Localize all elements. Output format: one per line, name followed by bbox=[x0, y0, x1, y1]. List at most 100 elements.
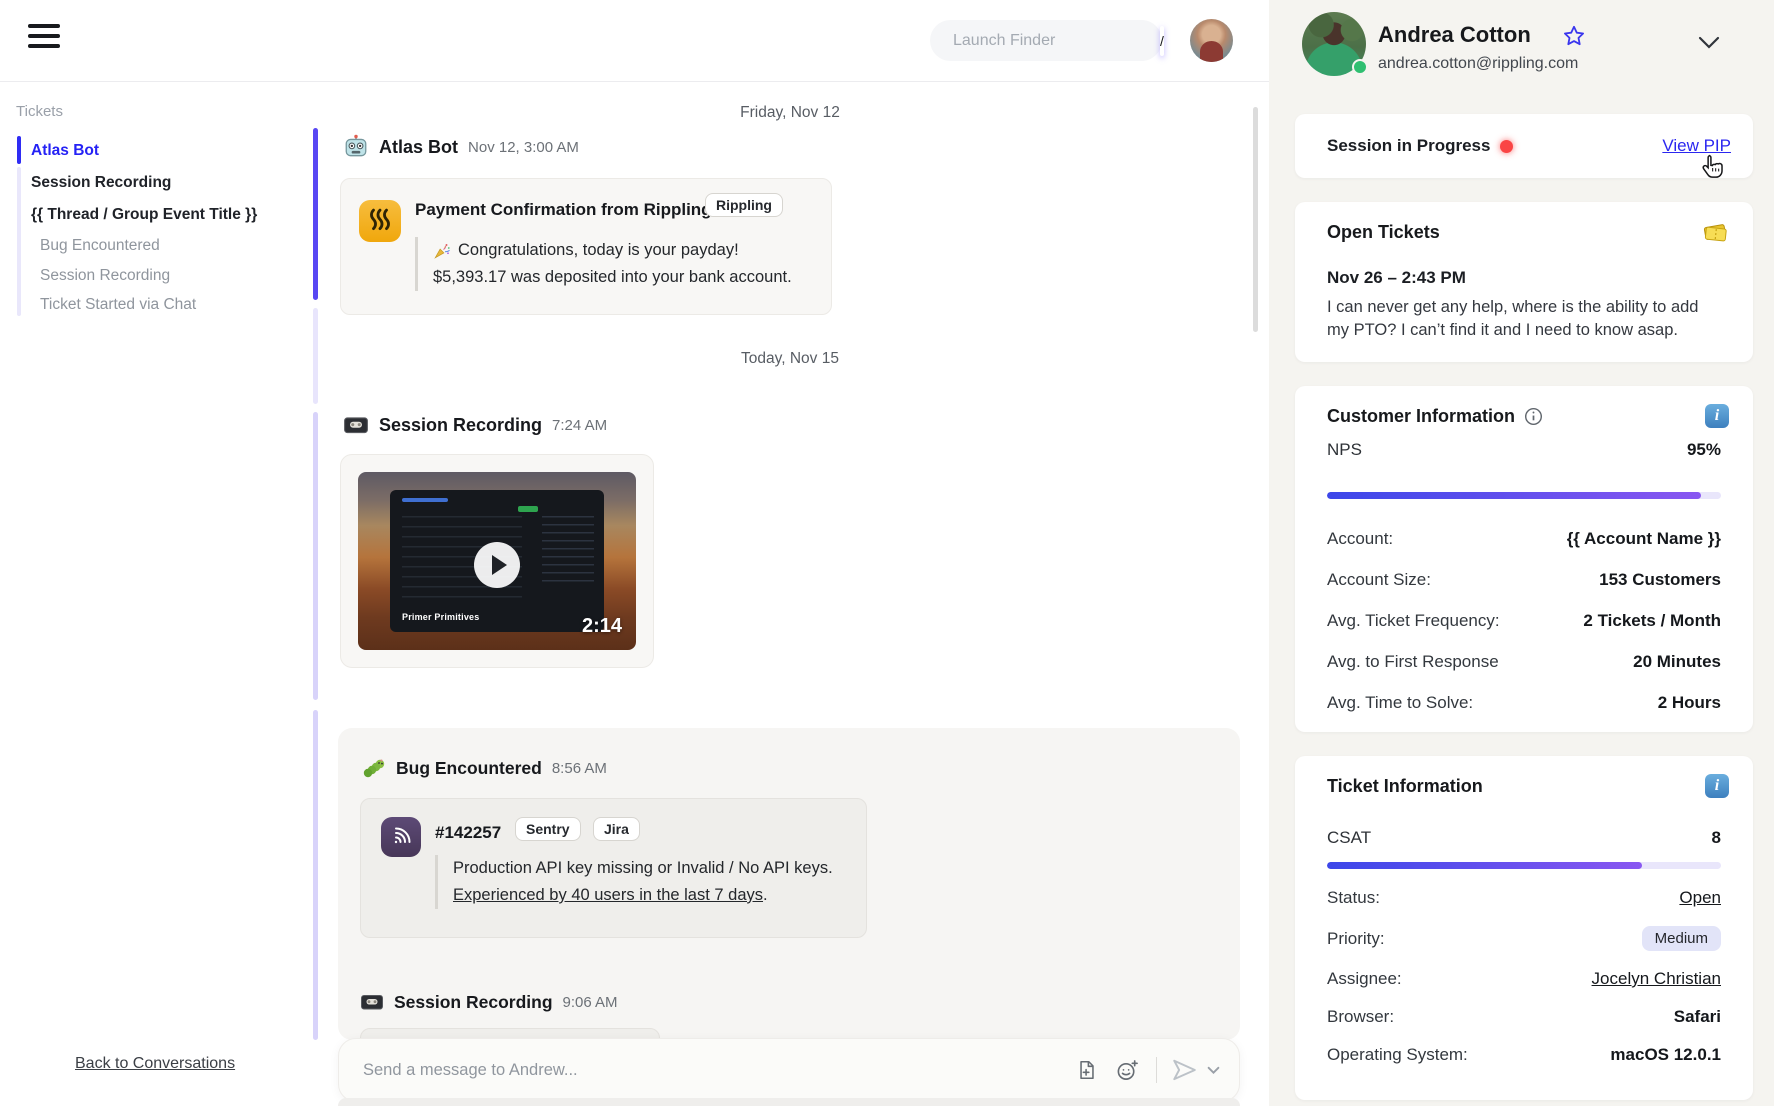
composer-divider bbox=[1156, 1057, 1157, 1083]
info-row-account-size: Account Size:153 Customers bbox=[1327, 570, 1721, 590]
open-tickets-card: Open Tickets Nov 26 – 2:43 PM I can neve… bbox=[1295, 202, 1753, 362]
chat-scrollbar[interactable] bbox=[1253, 107, 1258, 332]
sidebar-item-atlas-bot[interactable]: Atlas Bot bbox=[31, 142, 99, 160]
add-emoji-icon[interactable] bbox=[1114, 1057, 1140, 1083]
search-input[interactable] bbox=[953, 32, 1160, 50]
priority-badge: Medium bbox=[1642, 926, 1721, 951]
launch-finder-search[interactable]: / bbox=[930, 20, 1162, 61]
send-message-icon[interactable] bbox=[1171, 1057, 1197, 1083]
nps-label: NPS bbox=[1327, 440, 1362, 460]
nps-value: 95% bbox=[1687, 440, 1721, 460]
message-time: 9:06 AM bbox=[563, 994, 618, 1011]
message-header: Session Recording 7:24 AM bbox=[343, 412, 607, 438]
ticket-timestamp: Nov 26 – 2:43 PM bbox=[1327, 268, 1466, 288]
message-sender: Bug Encountered bbox=[396, 758, 542, 779]
play-button[interactable] bbox=[474, 542, 520, 588]
bug-icon bbox=[360, 756, 386, 780]
open-tickets-title: Open Tickets bbox=[1327, 222, 1440, 243]
sidebar-item-ticket-started-via-chat[interactable]: Ticket Started via Chat bbox=[40, 296, 196, 314]
agent-avatar[interactable] bbox=[1190, 19, 1233, 62]
hand-cursor-icon bbox=[1699, 154, 1725, 182]
ticket-info-title: Ticket Information bbox=[1327, 776, 1483, 797]
info-row-browser: Browser:Safari bbox=[1327, 1007, 1721, 1027]
jira-badge: Jira bbox=[593, 817, 640, 841]
sidebar-active-rail bbox=[17, 136, 21, 164]
message-time: 8:56 AM bbox=[552, 760, 607, 777]
payment-card-title: Payment Confirmation from Rippling bbox=[415, 200, 712, 220]
sidebar-item-bug-encountered[interactable]: Bug Encountered bbox=[40, 237, 160, 255]
video-duration: 2:14 bbox=[582, 615, 622, 638]
info-row-account: Account:{{ Account Name }} bbox=[1327, 529, 1721, 549]
video-thumbnail[interactable]: Primer Primitives 2:14 bbox=[358, 472, 636, 650]
message-sender: Atlas Bot bbox=[379, 137, 458, 158]
payment-confirmation-card[interactable]: Payment Confirmation from Rippling Rippl… bbox=[340, 178, 832, 315]
rippling-logo bbox=[359, 200, 401, 242]
assignee-link[interactable]: Jocelyn Christian bbox=[1592, 969, 1721, 989]
hamburger-menu-icon[interactable] bbox=[28, 24, 64, 54]
tickets-icon bbox=[1701, 218, 1729, 246]
live-session-dot bbox=[1500, 140, 1513, 153]
message-input[interactable] bbox=[363, 1061, 1060, 1080]
info-row-status: Status:Open bbox=[1327, 888, 1721, 908]
date-divider: Friday, Nov 12 bbox=[340, 104, 1240, 122]
session-card: Session in Progress View PIP bbox=[1295, 114, 1753, 178]
send-options-chevron-icon[interactable] bbox=[1205, 1057, 1221, 1083]
info-row-time-to-solve: Avg. Time to Solve:2 Hours bbox=[1327, 693, 1721, 713]
top-bar: / bbox=[0, 0, 1269, 82]
customer-name: Andrea Cotton bbox=[1378, 22, 1531, 48]
thread-rail-segment bbox=[313, 308, 318, 404]
party-popper-icon bbox=[433, 242, 451, 260]
message-time: 7:24 AM bbox=[552, 417, 607, 434]
csat-progress-bar bbox=[1327, 862, 1721, 869]
date-divider: Today, Nov 15 bbox=[340, 350, 1240, 368]
collapse-panel-chevron-icon[interactable] bbox=[1698, 36, 1720, 50]
quote-line-1: Congratulations, today is your payday! bbox=[458, 237, 739, 264]
bug-ticket-card[interactable]: #142257 Sentry Jira Production API key m… bbox=[360, 798, 867, 938]
message-sender: Session Recording bbox=[394, 992, 553, 1013]
info-row-ticket-frequency: Avg. Ticket Frequency:2 Tickets / Month bbox=[1327, 611, 1721, 631]
message-time: Nov 12, 3:00 AM bbox=[468, 139, 579, 156]
sidebar-item-session-recording-2[interactable]: Session Recording bbox=[40, 267, 170, 285]
back-to-conversations-link[interactable]: Back to Conversations bbox=[75, 1055, 235, 1073]
view-pip-link[interactable]: View PIP bbox=[1662, 136, 1731, 156]
bug-line-2-underlined[interactable]: Experienced by 40 users in the last 7 da… bbox=[453, 886, 763, 904]
sentry-logo bbox=[381, 817, 421, 857]
rippling-badge: Rippling bbox=[705, 193, 783, 217]
attach-file-icon[interactable] bbox=[1074, 1057, 1100, 1083]
info-outline-icon[interactable] bbox=[1524, 407, 1543, 426]
session-title: Session in Progress bbox=[1327, 136, 1490, 156]
info-square-icon: i bbox=[1705, 774, 1729, 798]
info-row-priority: Priority:Medium bbox=[1327, 926, 1721, 951]
sidebar-item-session-recording[interactable]: Session Recording bbox=[31, 174, 171, 192]
bug-line-1: Production API key missing or Invalid / … bbox=[453, 855, 833, 882]
bug-quote: Production API key missing or Invalid / … bbox=[435, 855, 833, 909]
cassette-icon bbox=[343, 412, 369, 438]
ticket-information-card: Ticket Information i CSAT 8 Status:Open … bbox=[1295, 756, 1753, 1100]
bug-line-2: Experienced by 40 users in the last 7 da… bbox=[453, 882, 833, 909]
slash-shortcut-key: / bbox=[1160, 26, 1164, 56]
quote-line-2: $5,393.17 was deposited into your bank a… bbox=[433, 264, 792, 291]
csat-label: CSAT bbox=[1327, 828, 1371, 848]
message-header: Atlas Bot Nov 12, 3:00 AM bbox=[343, 134, 579, 160]
message-header: Bug Encountered 8:56 AM bbox=[360, 756, 607, 780]
sidebar-item-thread-group-title[interactable]: {{ Thread / Group Event Title }} bbox=[31, 206, 257, 224]
sentry-badge: Sentry bbox=[515, 817, 581, 841]
info-square-icon: i bbox=[1705, 404, 1729, 428]
nps-progress-bar bbox=[1327, 492, 1721, 499]
ticket-message: I can never get any help, where is the a… bbox=[1327, 296, 1725, 342]
message-composer[interactable] bbox=[338, 1038, 1240, 1102]
status-open-link[interactable]: Open bbox=[1679, 888, 1721, 908]
thread-rail-segment bbox=[313, 710, 318, 1040]
info-row-assignee: Assignee:Jocelyn Christian bbox=[1327, 969, 1721, 989]
customer-info-title: Customer Information bbox=[1327, 406, 1515, 427]
cassette-icon bbox=[360, 990, 384, 1014]
customer-information-card: Customer Information i NPS 95% Account:{… bbox=[1295, 386, 1753, 732]
info-row-first-response: Avg. to First Response20 Minutes bbox=[1327, 652, 1721, 672]
favorite-star-icon[interactable] bbox=[1562, 24, 1586, 48]
payment-quote: Congratulations, today is your payday! $… bbox=[415, 237, 792, 291]
tickets-section-label: Tickets bbox=[16, 103, 63, 120]
customer-email: andrea.cotton@rippling.com bbox=[1378, 55, 1578, 73]
info-row-operating-system: Operating System:macOS 12.0.1 bbox=[1327, 1045, 1721, 1065]
robot-icon bbox=[343, 134, 369, 160]
message-sender: Session Recording bbox=[379, 415, 542, 436]
